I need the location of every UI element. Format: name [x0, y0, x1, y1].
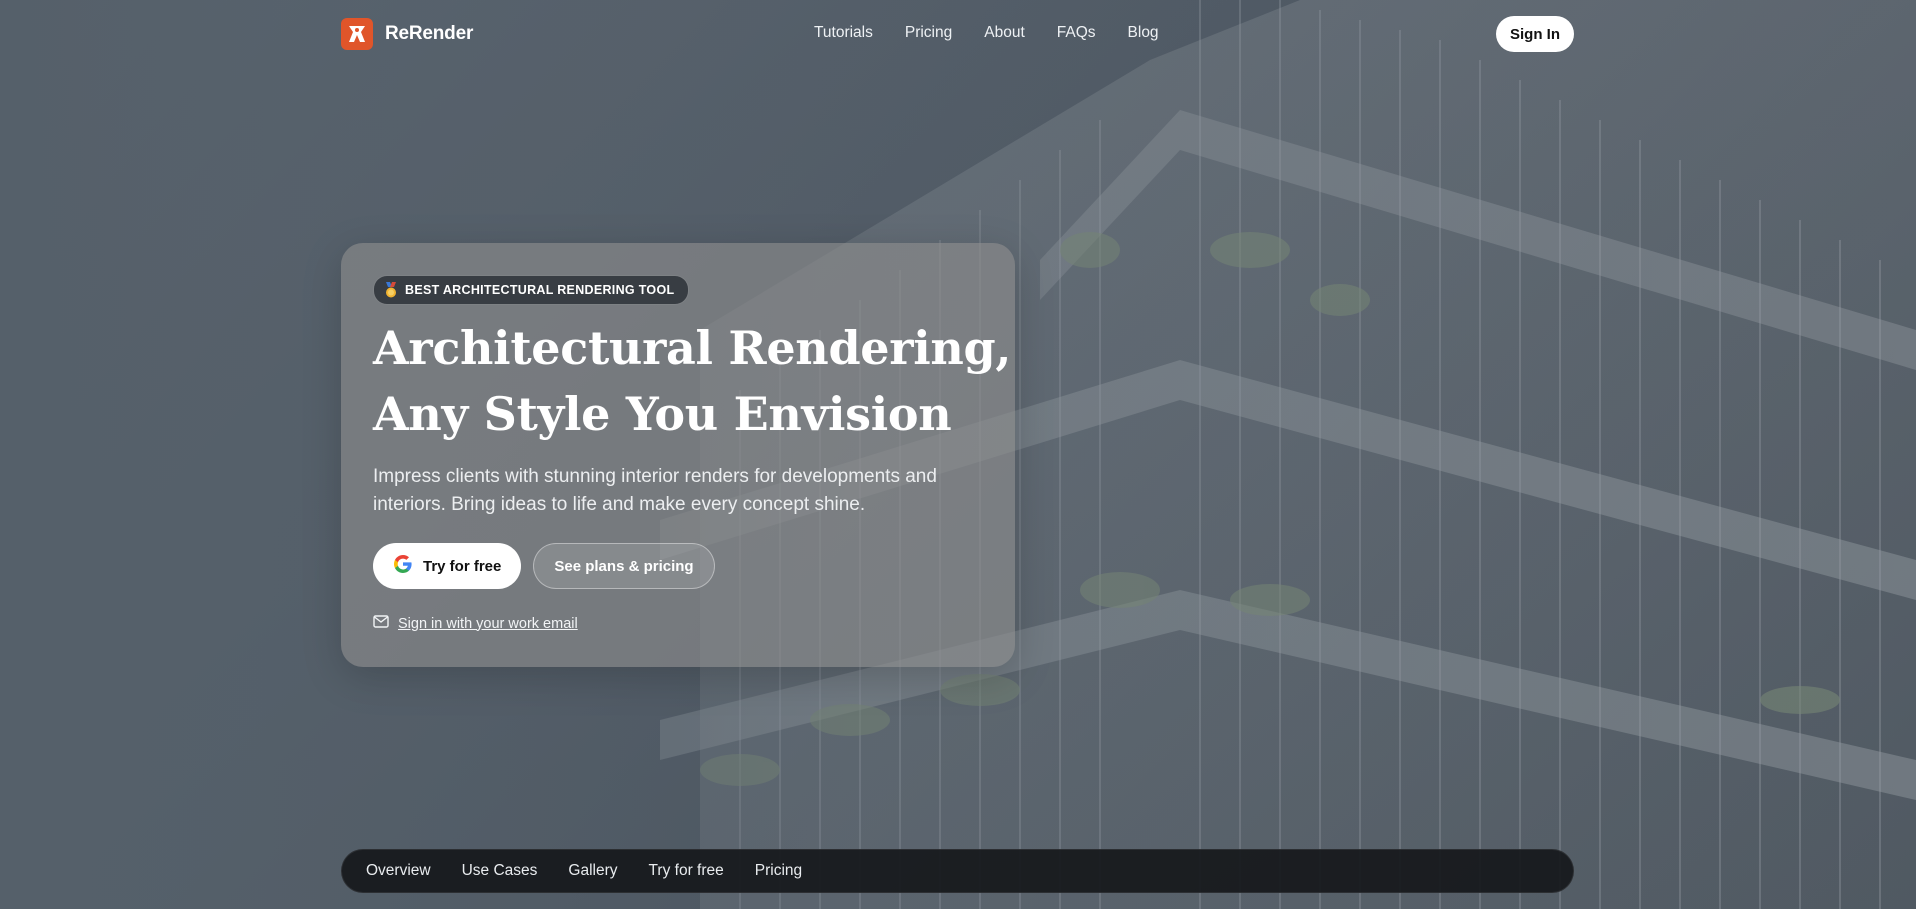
hero-title-line-2: Any Style You Envision [373, 387, 952, 441]
section-link-try-for-free[interactable]: Try for free [649, 862, 724, 880]
hero-title-line-1: Architectural Rendering, [373, 321, 1012, 375]
rerender-logo-icon [341, 18, 373, 50]
work-email-signin-label: Sign in with your work email [398, 615, 578, 632]
sign-in-button[interactable]: Sign In [1496, 16, 1574, 52]
try-for-free-label: Try for free [423, 557, 502, 575]
section-link-pricing[interactable]: Pricing [755, 862, 802, 880]
work-email-signin-link[interactable]: Sign in with your work email [373, 615, 578, 632]
brand-name: ReRender [385, 23, 474, 44]
hero-subtitle: Impress clients with stunning interior r… [373, 466, 937, 515]
main-nav: Tutorials Pricing About FAQs Blog [814, 24, 1159, 42]
hero-cta-row: Try for free See plans & pricing [373, 543, 715, 589]
hero-title: Architectural Rendering, Any Style You E… [373, 315, 1013, 447]
hero-card: BEST ARCHITECTURAL RENDERING TOOL Archit… [341, 243, 1015, 667]
try-for-free-button[interactable]: Try for free [373, 543, 522, 589]
nav-link-pricing[interactable]: Pricing [905, 24, 952, 42]
medal-icon [384, 282, 398, 298]
section-link-gallery[interactable]: Gallery [568, 862, 617, 880]
mail-icon [373, 615, 389, 632]
nav-link-faqs[interactable]: FAQs [1057, 24, 1096, 42]
award-badge: BEST ARCHITECTURAL RENDERING TOOL [373, 275, 690, 305]
section-nav: Overview Use Cases Gallery Try for free … [341, 849, 1574, 893]
see-plans-pricing-button[interactable]: See plans & pricing [533, 543, 715, 589]
nav-link-blog[interactable]: Blog [1128, 24, 1159, 42]
section-link-overview[interactable]: Overview [366, 862, 431, 880]
nav-link-about[interactable]: About [984, 24, 1025, 42]
nav-link-tutorials[interactable]: Tutorials [814, 24, 873, 42]
google-icon [393, 554, 413, 578]
brand-home-link[interactable]: ReRender [341, 18, 473, 50]
section-link-use-cases[interactable]: Use Cases [462, 862, 538, 880]
site-header: ReRender Tutorials Pricing About FAQs Bl… [0, 0, 1916, 68]
award-badge-text: BEST ARCHITECTURAL RENDERING TOOL [405, 283, 675, 297]
